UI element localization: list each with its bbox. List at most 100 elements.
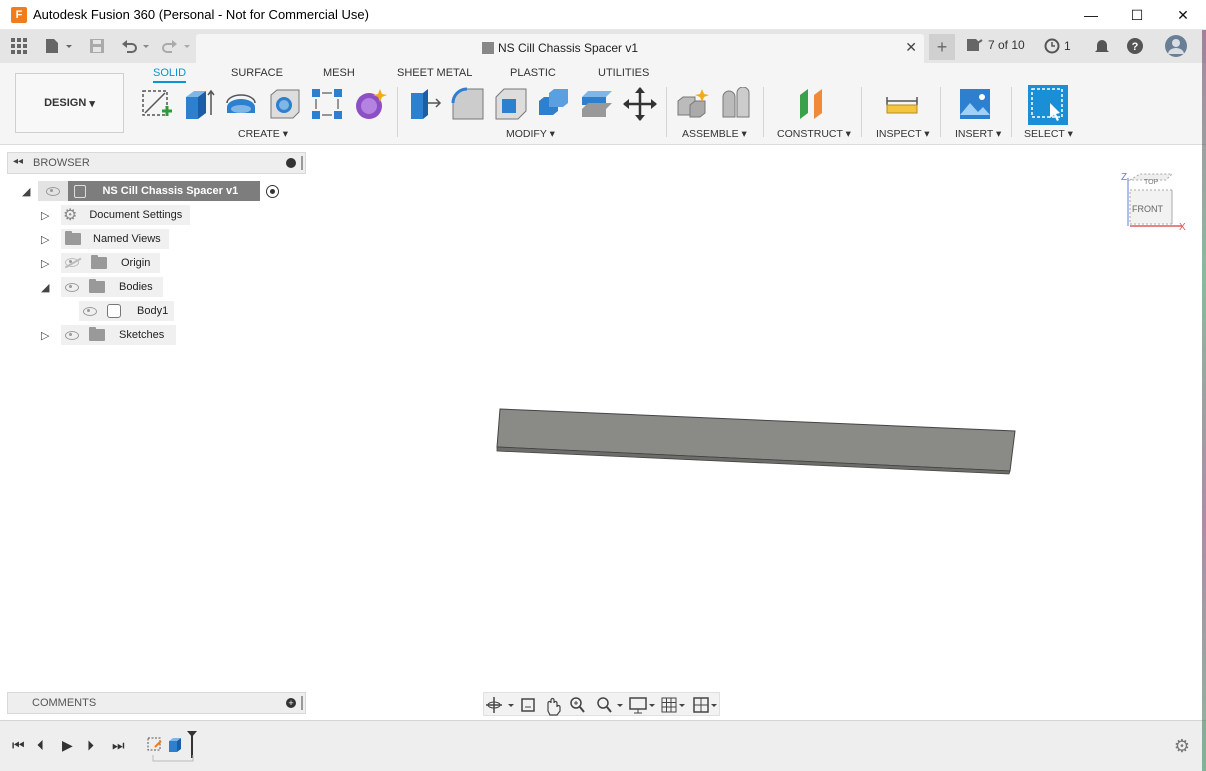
collapse-triangle-icon[interactable]: ◢: [41, 281, 61, 294]
move-copy-icon[interactable]: [623, 87, 657, 121]
measure-icon[interactable]: [885, 87, 919, 121]
visibility-eye-icon[interactable]: [38, 181, 69, 201]
view-cube[interactable]: TOP FRONT Z X: [1118, 170, 1188, 236]
timeline-sketch-feature-icon[interactable]: [147, 737, 162, 751]
press-pull-icon[interactable]: [408, 87, 442, 121]
fillet-icon[interactable]: [451, 87, 485, 121]
workspace-switcher[interactable]: DESIGN ▾: [15, 73, 124, 133]
tab-mesh[interactable]: MESH: [323, 67, 355, 79]
step-forward-icon[interactable]: ⏵: [87, 737, 94, 754]
zoom-icon[interactable]: [570, 697, 585, 713]
select-window-icon[interactable]: [1028, 85, 1068, 125]
fit-zoom-icon[interactable]: [597, 697, 623, 713]
hole-icon[interactable]: [268, 87, 302, 121]
visibility-eye-icon[interactable]: [83, 306, 97, 316]
orbit-icon[interactable]: [486, 697, 514, 713]
assemble-group-label[interactable]: ASSEMBLE ▾: [682, 128, 747, 140]
pattern-icon[interactable]: [310, 87, 344, 121]
panel-resize-handle[interactable]: [301, 156, 303, 170]
create-sketch-icon[interactable]: [140, 87, 174, 121]
browser-root-row[interactable]: ◢ NS Cill Chassis Spacer v1: [22, 181, 280, 201]
browser-panel-header[interactable]: ◂◂ BROWSER: [7, 152, 306, 174]
combine-icon[interactable]: [537, 87, 571, 121]
pan-hand-icon[interactable]: [547, 697, 561, 716]
close-button[interactable]: ✕: [1160, 0, 1206, 30]
tab-plastic[interactable]: PLASTIC: [510, 67, 556, 79]
grid-settings-icon[interactable]: [661, 697, 685, 713]
maximize-button[interactable]: ☐: [1114, 0, 1160, 30]
tab-utilities[interactable]: UTILITIES: [598, 67, 649, 79]
display-settings-icon[interactable]: [629, 697, 655, 714]
toolbar-separator: [397, 87, 398, 137]
go-to-end-icon[interactable]: ⏭: [112, 737, 125, 754]
offset-plane-icon[interactable]: [796, 87, 830, 121]
shell-icon[interactable]: [494, 87, 528, 121]
browser-item-bodies[interactable]: ◢ Bodies: [41, 277, 163, 297]
go-to-start-icon[interactable]: ⏮: [12, 737, 25, 754]
document-tab-title: NS Cill Chassis Spacer v1: [196, 41, 924, 55]
job-status[interactable]: 7 of 10: [966, 38, 1025, 52]
activate-component-icon[interactable]: [266, 184, 280, 198]
insert-canvas-icon[interactable]: [958, 87, 992, 121]
clock-status[interactable]: 1: [1044, 38, 1071, 54]
timeline-settings-gear-icon[interactable]: ⚙: [1174, 736, 1190, 757]
timeline-extrude-feature-icon[interactable]: [169, 738, 181, 752]
new-tab-button[interactable]: +: [929, 34, 955, 60]
comments-panel-header[interactable]: COMMENTS +: [7, 692, 306, 714]
tab-sheet-metal[interactable]: SHEET METAL: [397, 67, 472, 79]
hidden-eye-icon[interactable]: [64, 257, 82, 268]
browser-item-body1[interactable]: Body1: [79, 301, 175, 321]
look-at-icon[interactable]: [521, 698, 535, 712]
timeline-marker-handle[interactable]: [187, 731, 197, 758]
document-tab[interactable]: NS Cill Chassis Spacer v1 ✕: [196, 34, 924, 63]
3d-viewport[interactable]: [3, 145, 1203, 720]
save-icon[interactable]: [88, 36, 106, 56]
insert-group-label[interactable]: INSERT ▾: [955, 128, 1001, 140]
create-form-icon[interactable]: [354, 87, 388, 121]
expand-triangle-icon[interactable]: ◢: [22, 185, 30, 198]
browser-item-document-settings[interactable]: ▷ ⚙ Document Settings: [41, 205, 191, 225]
tab-solid[interactable]: SOLID: [153, 67, 187, 83]
play-icon[interactable]: ▶: [62, 737, 73, 754]
offset-face-icon[interactable]: [580, 87, 614, 121]
viewports-icon[interactable]: [693, 697, 717, 713]
redo-icon[interactable]: [161, 36, 193, 56]
add-comment-icon[interactable]: +: [286, 698, 296, 708]
step-back-icon[interactable]: ⏴: [37, 737, 44, 754]
tab-surface[interactable]: SURFACE: [231, 67, 283, 79]
new-component-icon[interactable]: [676, 87, 710, 121]
visibility-eye-icon[interactable]: [65, 330, 79, 340]
panel-resize-handle[interactable]: [301, 696, 303, 710]
user-avatar[interactable]: [1164, 33, 1188, 59]
close-tab-icon[interactable]: ✕: [905, 39, 917, 56]
expand-triangle-icon[interactable]: ▷: [41, 257, 61, 270]
browser-item-label: Named Views: [93, 233, 161, 245]
revolve-icon[interactable]: [224, 87, 258, 121]
browser-item-sketches[interactable]: ▷ Sketches: [41, 325, 177, 345]
undo-icon[interactable]: [120, 36, 152, 56]
minimize-button[interactable]: —: [1068, 0, 1114, 30]
joint-icon[interactable]: [719, 86, 753, 121]
file-menu-icon[interactable]: [43, 36, 73, 56]
browser-item-origin[interactable]: ▷ Origin: [41, 253, 161, 273]
notifications-bell-icon[interactable]: [1093, 36, 1111, 56]
collapse-browser-icon[interactable]: ◂◂: [13, 156, 23, 167]
data-panel-grid-icon[interactable]: [10, 36, 28, 56]
create-group-label[interactable]: CREATE ▾: [238, 128, 288, 140]
browser-collapse-minus-icon[interactable]: [286, 158, 296, 168]
inspect-group-label[interactable]: INSPECT ▾: [876, 128, 930, 140]
component-icon: [74, 184, 87, 198]
modify-group-label[interactable]: MODIFY ▾: [506, 128, 555, 140]
browser-item-named-views[interactable]: ▷ Named Views: [41, 229, 169, 249]
help-icon[interactable]: ?: [1126, 36, 1144, 56]
extrude-icon[interactable]: [182, 87, 216, 121]
model-body-graphic[interactable]: [3, 145, 1203, 720]
construct-group-label[interactable]: CONSTRUCT ▾: [777, 128, 851, 140]
ribbon-toolbar: DESIGN ▾ SOLID SURFACE MESH SHEET METAL …: [0, 63, 1206, 145]
expand-triangle-icon[interactable]: ▷: [41, 209, 61, 222]
toolbar-separator: [861, 87, 862, 137]
expand-triangle-icon[interactable]: ▷: [41, 233, 61, 246]
visibility-eye-icon[interactable]: [65, 282, 79, 292]
expand-triangle-icon[interactable]: ▷: [41, 329, 61, 342]
select-group-label[interactable]: SELECT ▾: [1024, 128, 1073, 140]
